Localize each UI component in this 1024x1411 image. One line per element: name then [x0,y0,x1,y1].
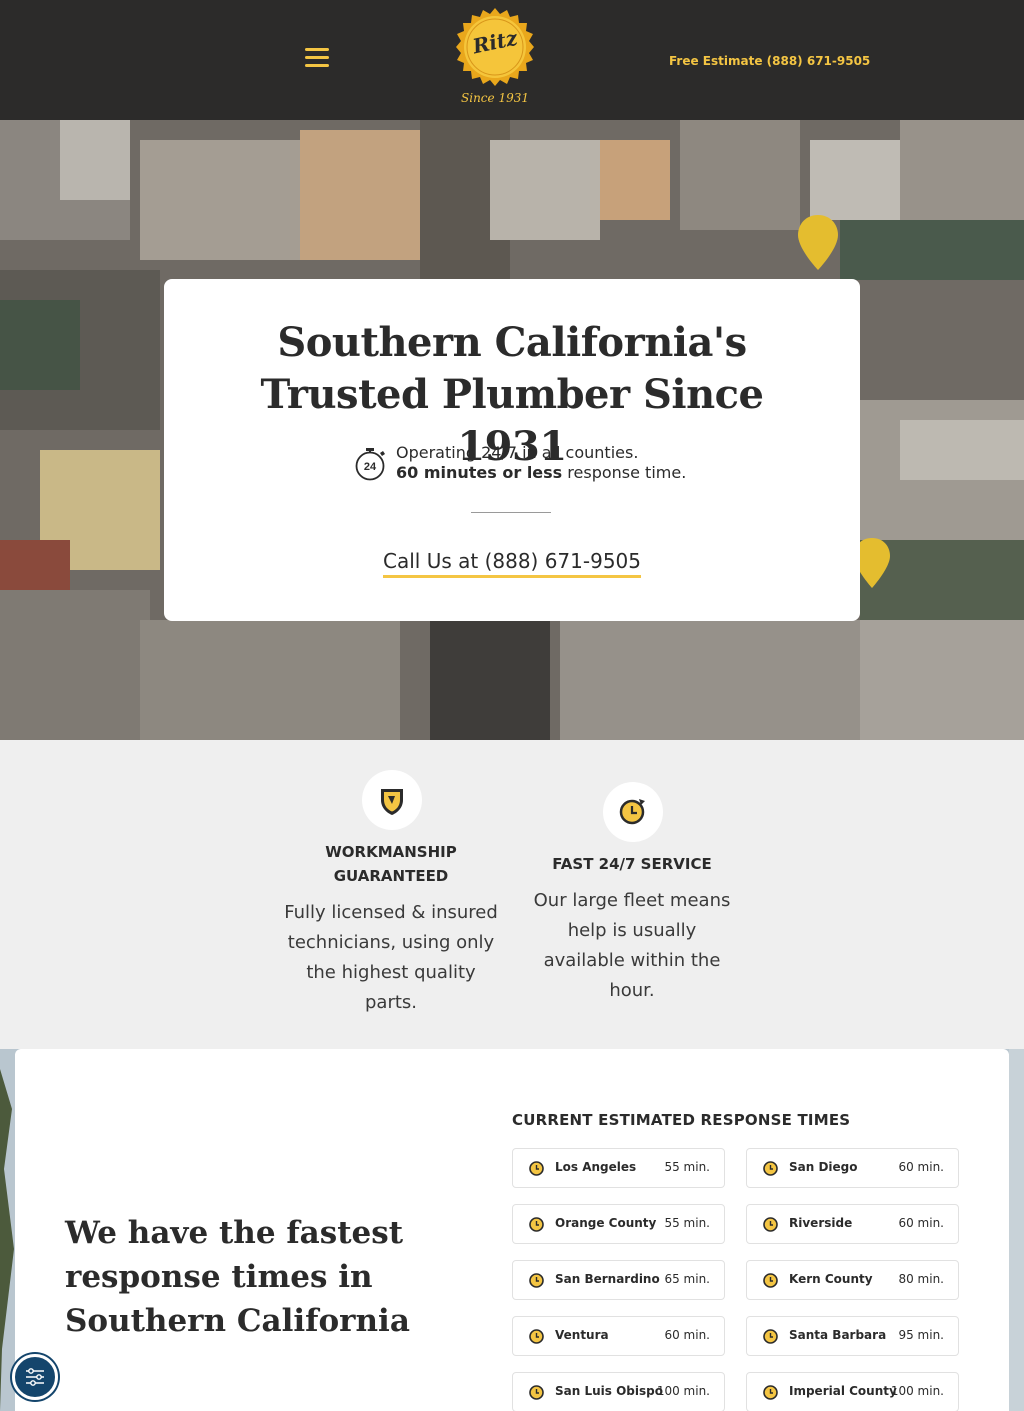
county-name: San Bernardino [555,1272,660,1286]
hamburger-menu-button[interactable] [303,48,331,72]
county-time-card: Ventura 60 min. [512,1316,725,1356]
ritz-logo[interactable]: Ritz Since 1931 [454,8,536,112]
hours-line-2: 60 minutes or less response time. [396,463,687,482]
county-minutes: 100 min. [890,1384,944,1398]
county-time-card: San Bernardino 65 min. [512,1260,725,1300]
county-minutes: 60 min. [898,1160,944,1174]
county-minutes: 65 min. [664,1272,710,1286]
county-time-card: San Luis Obispo 100 min. [512,1372,725,1411]
hamburger-icon [305,48,329,51]
county-minutes: 60 min. [898,1216,944,1230]
clock-icon [529,1329,544,1344]
clock-icon [763,1161,778,1176]
county-name: Santa Barbara [789,1328,887,1342]
accessibility-button[interactable] [12,1354,58,1400]
county-name: Los Angeles [555,1160,637,1174]
county-minutes: 55 min. [664,1160,710,1174]
county-time-card: Santa Barbara 95 min. [746,1316,959,1356]
response-heading: We have the fastest response times in So… [65,1215,410,1339]
county-minutes: 100 min. [656,1384,710,1398]
clock-icon [529,1273,544,1288]
hours-info: 24 Operating 24/7 in all counties. 60 mi… [354,441,694,485]
county-name: Kern County [789,1272,873,1286]
clock-icon [763,1385,778,1400]
county-name: Orange County [555,1216,657,1230]
logo-since: Since 1931 [461,91,529,105]
feature-text-workmanship: Fully licensed & insured technicians, us… [284,902,498,1013]
county-time-card: Los Angeles 55 min. [512,1148,725,1188]
shield-icon [381,789,403,815]
county-time-card: Riverside 60 min. [746,1204,959,1244]
county-name: Riverside [789,1216,853,1230]
response-times-card: We have the fastest response times in So… [15,1049,1009,1411]
county-minutes: 80 min. [898,1272,944,1286]
county-minutes: 95 min. [898,1328,944,1342]
county-time-card: Kern County 80 min. [746,1260,959,1300]
fast-clock-icon [619,799,645,825]
hero-section: Southern California's Trusted Plumber Si… [0,120,1024,740]
free-estimate-phone-link[interactable]: Free Estimate (888) 671-9505 [669,54,870,68]
hero-card: Southern California's Trusted Plumber Si… [164,279,860,621]
feature-text-fast-service: Our large fleet means help is usually av… [533,890,731,1001]
hours-line-1: Operating 24/7 in all counties. [396,443,639,462]
county-name: San Diego [789,1160,858,1174]
accessibility-sliders-icon [26,1368,44,1386]
feature-icon-circle [603,782,663,842]
clock-icon [529,1217,544,1232]
clock-icon [763,1217,778,1232]
county-name: Imperial County [789,1384,897,1398]
svg-text:24: 24 [364,461,377,473]
site-header: Ritz Since 1931 Free Estimate (888) 671-… [0,0,1024,120]
county-name: San Luis Obispo [555,1384,663,1398]
clock-icon [529,1161,544,1176]
county-minutes: 60 min. [664,1328,710,1342]
call-us-link[interactable]: Call Us at (888) 671-9505 [383,549,641,578]
response-times-title: CURRENT ESTIMATED RESPONSE TIMES [512,1111,851,1129]
clock-icon [763,1329,778,1344]
county-minutes: 55 min. [664,1216,710,1230]
clock-icon [763,1273,778,1288]
county-time-card: San Diego 60 min. [746,1148,959,1188]
county-time-card: Imperial County 100 min. [746,1372,959,1411]
feature-title-workmanship: WORKMANSHIP GUARANTEED [325,843,457,885]
clock-icon [529,1385,544,1400]
card-divider [471,512,551,513]
county-time-card: Orange County 55 min. [512,1204,725,1244]
county-name: Ventura [555,1328,609,1342]
feature-title-fast-service: FAST 24/7 SERVICE [552,855,712,873]
stopwatch-24-icon: 24 [355,448,385,481]
feature-icon-circle [362,770,422,830]
